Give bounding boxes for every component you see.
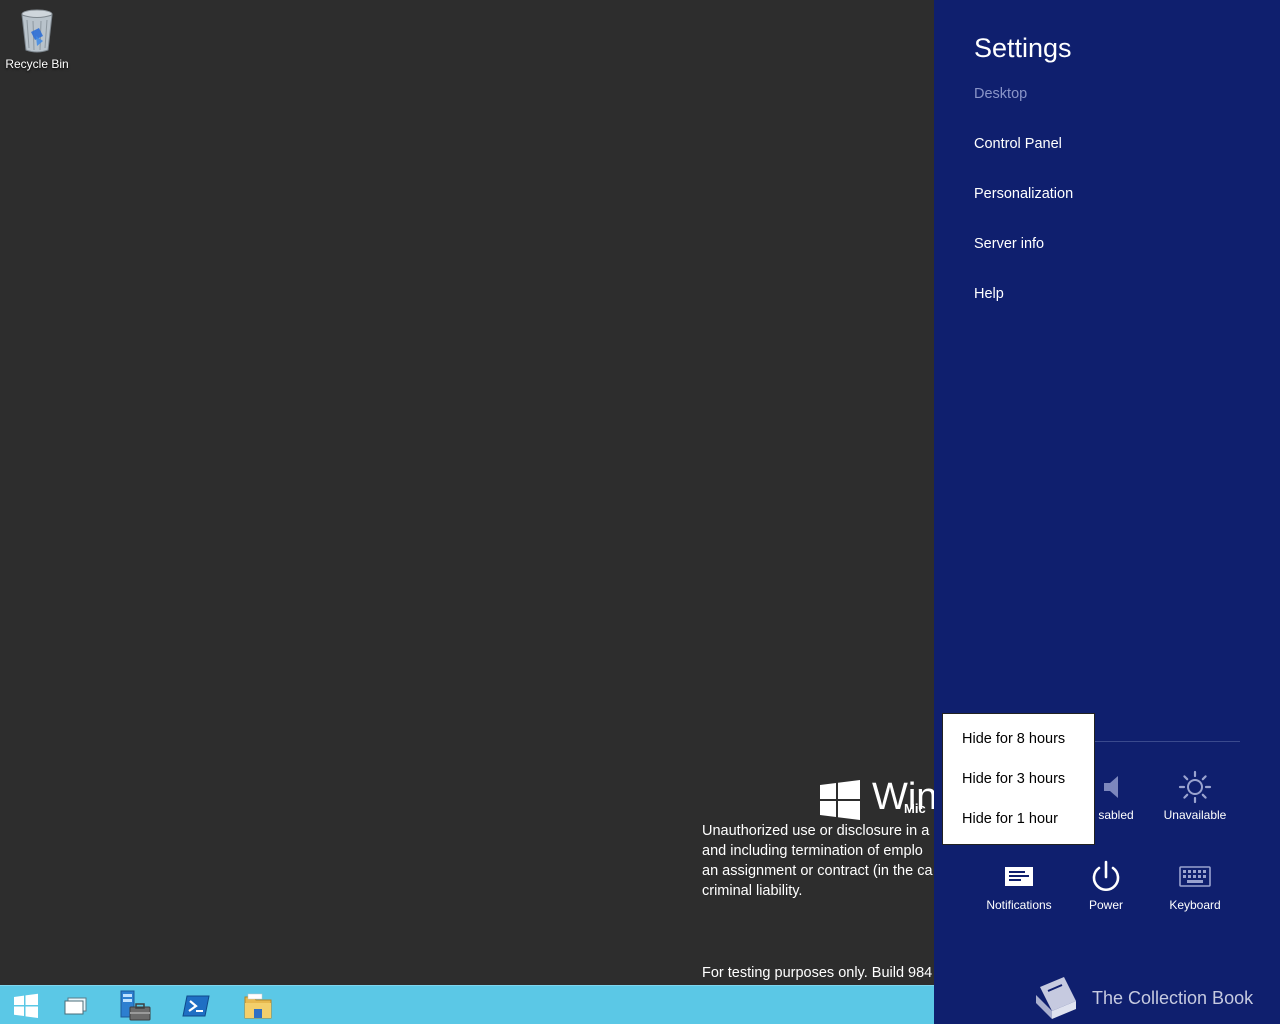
- powershell-button[interactable]: [170, 986, 222, 1024]
- settings-link-control-panel[interactable]: Control Panel: [974, 136, 1062, 152]
- settings-link-help[interactable]: Help: [974, 286, 1004, 302]
- legal-notice: Unauthorized use or disclosure in a and …: [702, 821, 934, 901]
- menu-item-hide-3-hours[interactable]: Hide for 3 hours: [943, 762, 1094, 802]
- legal-line: an assignment or contract (in the ca: [702, 863, 933, 879]
- start-button[interactable]: [0, 986, 52, 1024]
- charm-title: Settings: [974, 33, 1072, 63]
- brightness-icon: [1178, 770, 1212, 804]
- file-explorer-icon: [244, 993, 272, 1018]
- notifications-tile[interactable]: Notifications: [976, 858, 1062, 928]
- menu-item-hide-8-hours[interactable]: Hide for 8 hours: [943, 722, 1094, 762]
- power-tile[interactable]: Power: [1063, 858, 1149, 928]
- windows-logo-icon: [820, 780, 860, 820]
- legal-line: Unauthorized use or disclosure in a: [702, 823, 930, 839]
- brightness-label: Unavailable: [1163, 808, 1227, 822]
- build-text: For testing purposes only. Build 984: [702, 965, 933, 981]
- menu-item-hide-1-hour[interactable]: Hide for 1 hour: [943, 802, 1094, 842]
- keyboard-label: Keyboard: [1169, 898, 1221, 912]
- recycle-bin-label: Recycle Bin: [5, 57, 69, 71]
- brightness-tile[interactable]: Unavailable: [1152, 768, 1238, 838]
- power-icon: [1092, 860, 1120, 891]
- settings-link-server-info[interactable]: Server info: [974, 236, 1044, 252]
- file-explorer-button[interactable]: [232, 986, 284, 1024]
- charm-context: Desktop: [974, 86, 1028, 102]
- settings-charm: Settings Desktop Control Panel Personali…: [934, 0, 1280, 1024]
- keyboard-tile[interactable]: Keyboard: [1152, 858, 1238, 928]
- collection-book-text: The Collection Book: [1092, 987, 1254, 1008]
- powershell-icon: [182, 995, 210, 1016]
- server-manager-icon: [120, 990, 151, 1020]
- task-view-icon: [64, 997, 87, 1014]
- subbrand-text: Mic: [904, 801, 926, 816]
- book-icon: [1036, 977, 1076, 1019]
- legal-line: criminal liability.: [702, 883, 803, 899]
- task-view-button[interactable]: [50, 986, 102, 1024]
- server-manager-button[interactable]: [109, 986, 161, 1024]
- start-icon: [14, 993, 38, 1018]
- notifications-hide-menu: Hide for 8 hours Hide for 3 hours Hide f…: [942, 713, 1095, 845]
- notifications-label: Notifications: [986, 898, 1052, 912]
- recycle-bin-icon: [21, 9, 53, 53]
- desktop-watermark: Wind Mic Unauthorized use or disclosure …: [702, 776, 934, 986]
- speaker-icon: [1104, 776, 1118, 798]
- collection-book-watermark: The Collection Book: [1030, 974, 1253, 1022]
- keyboard-icon: [1179, 866, 1211, 887]
- legal-line: and including termination of emplo: [702, 843, 923, 859]
- power-label: Power: [1088, 898, 1123, 912]
- notifications-icon: [1005, 867, 1033, 886]
- recycle-bin[interactable]: Recycle Bin: [4, 6, 70, 71]
- settings-link-personalization[interactable]: Personalization: [974, 186, 1073, 202]
